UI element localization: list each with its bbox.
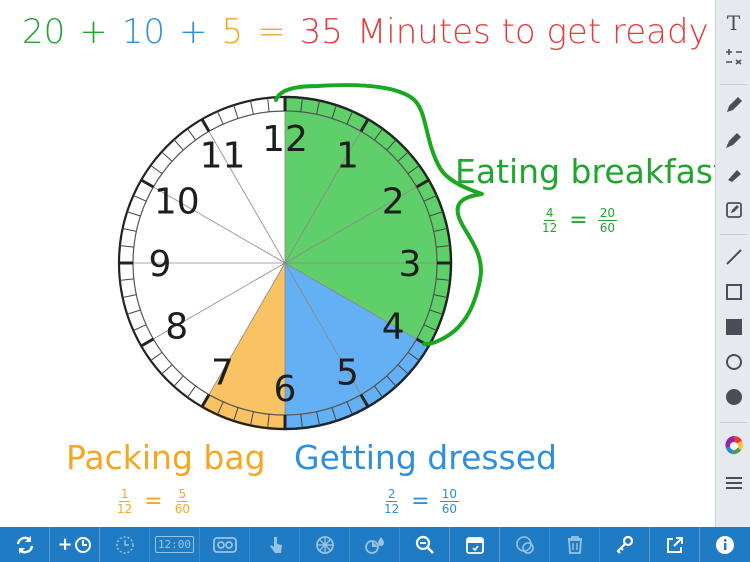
zoom-out-icon [415, 535, 434, 554]
reset-icon [16, 535, 33, 554]
tool-sidebar: T [715, 0, 750, 527]
caption-packing-bag: Packing bag [66, 438, 266, 477]
rectangle-outline-icon[interactable] [716, 275, 750, 309]
fraction-packing-bag: 1 12 = 5 60 [117, 487, 190, 516]
caption-eating-breakfast: Eating breakfast [455, 152, 726, 191]
clock-face-icon [115, 535, 134, 554]
zoom-out-button[interactable] [400, 527, 450, 562]
trash-icon [567, 535, 582, 554]
color-segments-icon [364, 536, 384, 554]
circle-filled-icon[interactable] [716, 380, 750, 414]
fraction-getting-dressed: 2 12 = 10 60 [384, 487, 459, 516]
calendar-button[interactable] [450, 527, 500, 562]
eraser-icon[interactable] [716, 158, 750, 192]
rectangle-filled-icon[interactable] [716, 310, 750, 344]
tape-icon [212, 536, 237, 553]
clock-number: 10 [154, 182, 200, 223]
clock-number: 7 [211, 352, 234, 393]
pie-segments-button[interactable] [300, 527, 350, 562]
marker-icon[interactable] [716, 123, 750, 157]
add-clock-icon [74, 536, 91, 553]
hand-touch-button[interactable] [250, 527, 300, 562]
trash-button[interactable] [550, 527, 600, 562]
key-button[interactable] [600, 527, 650, 562]
clock-number: 4 [382, 307, 405, 348]
digital-time-button[interactable]: 12:00 [150, 527, 200, 562]
pencil-icon[interactable] [716, 88, 750, 122]
fraction-minutes: 20 60 [597, 206, 617, 235]
clock-face-button[interactable] [100, 527, 150, 562]
color-palette-icon[interactable] [716, 428, 750, 462]
calendar-icon [465, 536, 484, 554]
line-tool-icon[interactable] [716, 240, 750, 274]
text-tool-icon[interactable]: T [716, 6, 750, 40]
clock-number: 6 [274, 369, 297, 410]
drawing-canvas[interactable]: 20 +10 +5 = 35 Minutes to get ready 12 1 2 3 4 5 6 7… [0, 0, 726, 527]
clock-number: 2 [382, 182, 405, 223]
circle-outline-icon[interactable] [716, 345, 750, 379]
info-icon [716, 535, 734, 554]
overlap-clocks-button[interactable] [500, 527, 550, 562]
info-button[interactable] [700, 527, 750, 562]
pie-segments-icon [315, 535, 334, 554]
edit-note-icon[interactable] [716, 193, 750, 227]
tape-button[interactable] [200, 527, 250, 562]
overlap-clocks-icon [515, 535, 534, 554]
clock-number: 11 [200, 136, 246, 177]
clock-number: 5 [336, 352, 359, 393]
share-icon [666, 536, 683, 553]
menu-icon[interactable] [716, 466, 750, 500]
reset-button[interactable] [0, 527, 50, 562]
caption-getting-dressed: Getting dressed [294, 438, 558, 477]
hand-touch-icon [269, 536, 282, 553]
digital-time-icon: 12:00 [154, 536, 195, 553]
clock-number: 3 [399, 244, 422, 285]
share-button[interactable] [650, 527, 700, 562]
fraction-eating-breakfast: 4 12 = 20 60 [542, 206, 617, 235]
key-icon [615, 535, 633, 554]
fraction-hours: 4 12 [542, 206, 558, 235]
clock-number: 12 [262, 119, 308, 160]
add-clock-button[interactable]: + [50, 527, 100, 562]
color-segments-button[interactable] [350, 527, 400, 562]
clock-number: 1 [336, 136, 359, 177]
bottom-toolbar: + 12:00 [0, 527, 750, 562]
clock-number: 8 [165, 307, 188, 348]
math-tool-icon[interactable] [716, 40, 750, 74]
clock-number: 9 [149, 244, 172, 285]
